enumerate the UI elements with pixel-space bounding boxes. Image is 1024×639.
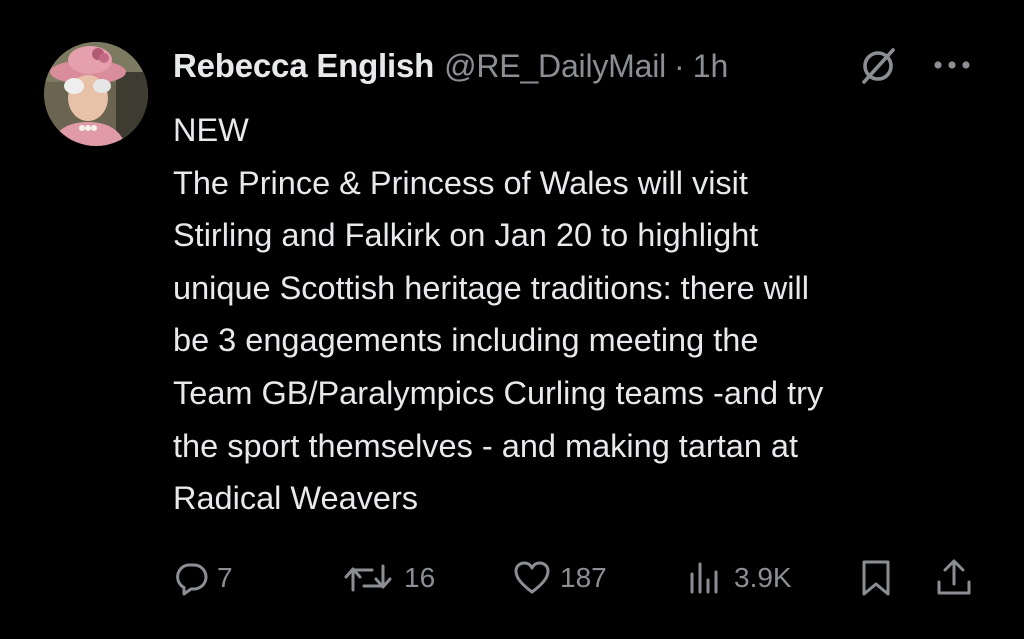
tweet-text-line: NEW <box>173 112 249 148</box>
like-button[interactable]: 187 <box>512 552 607 604</box>
reply-button[interactable]: 7 <box>173 552 233 604</box>
tweet-text: NEW The Prince & Princess of Wales will … <box>173 104 993 525</box>
separator-dot: · <box>674 47 685 84</box>
bookmark-icon <box>862 560 890 596</box>
repost-icon <box>344 564 392 592</box>
views-count: 3.9K <box>734 562 792 593</box>
avatar[interactable] <box>44 42 148 146</box>
reply-icon <box>176 563 208 596</box>
more-icon[interactable] <box>930 54 974 76</box>
avatar-image <box>44 42 148 146</box>
tweet-text-line: Team GB/Paralympics Curling teams -and t… <box>173 374 824 411</box>
user-handle[interactable]: @RE_DailyMail <box>444 48 666 85</box>
tweet-text-line: the sport themselves - and making tartan… <box>173 427 799 464</box>
display-name[interactable]: Rebecca English <box>173 47 434 85</box>
views-icon <box>690 562 718 594</box>
tweet-text-line: Radical Weavers <box>173 480 419 517</box>
grok-icon[interactable] <box>858 46 898 86</box>
timestamp[interactable]: 1h <box>693 48 729 85</box>
repost-count: 16 <box>404 562 436 593</box>
tweet-text-line: unique Scottish heritage traditions: the… <box>173 269 809 306</box>
share-icon <box>937 559 971 595</box>
repost-button[interactable]: 16 <box>340 552 435 604</box>
like-count: 187 <box>560 562 607 593</box>
share-button[interactable] <box>934 552 974 604</box>
heart-icon <box>514 561 550 594</box>
reply-count: 7 <box>217 562 233 593</box>
action-bar: 7 16 187 3.9K <box>0 552 1024 604</box>
tweet-text-line: Stirling and Falkirk on Jan 20 to highli… <box>173 217 759 254</box>
bookmark-button[interactable] <box>858 552 894 604</box>
tweet-text-line: be 3 engagements including meeting the <box>173 322 759 359</box>
views-button[interactable]: 3.9K <box>686 552 792 604</box>
tweet-text-line: The Prince & Princess of Wales will visi… <box>173 164 748 201</box>
tweet[interactable]: Rebecca English @RE_DailyMail · 1h NEW T… <box>0 0 1024 639</box>
tweet-header: Rebecca English @RE_DailyMail · 1h <box>173 44 728 88</box>
